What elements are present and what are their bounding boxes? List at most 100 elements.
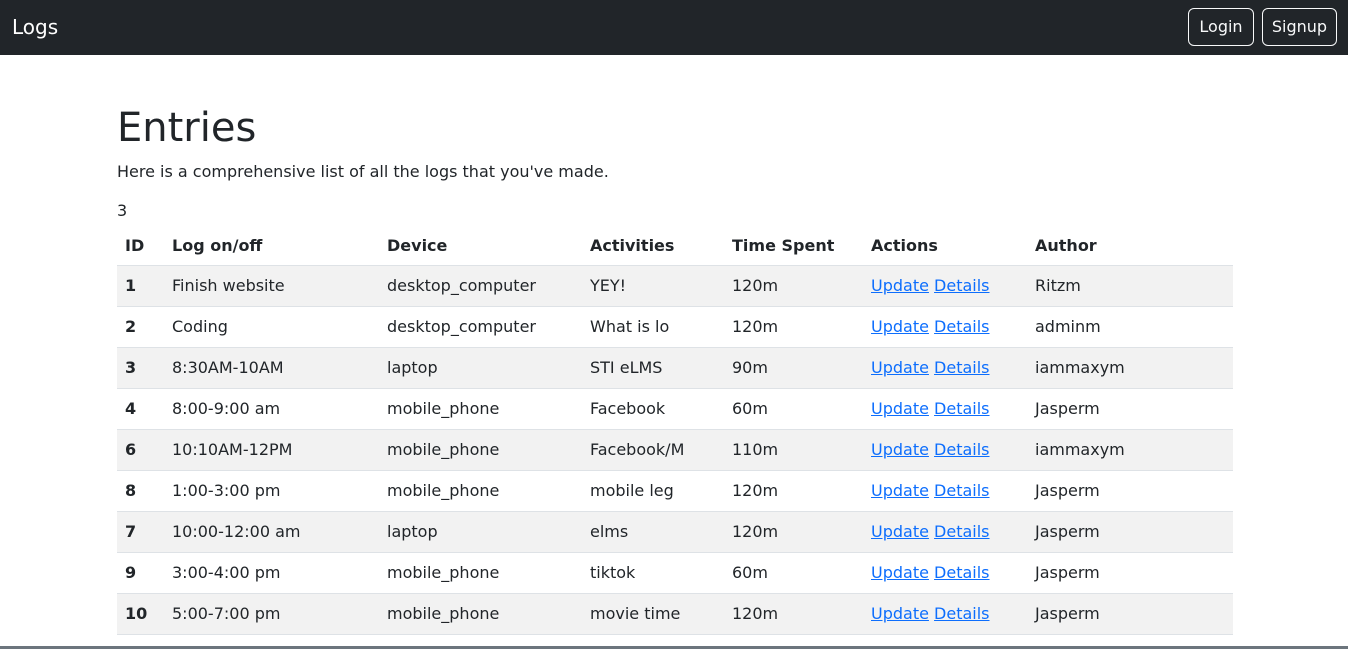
details-link[interactable]: Details	[934, 358, 989, 377]
cell-author: iammaxym	[1027, 429, 1233, 471]
cell-actions: Update Details	[863, 552, 1027, 594]
details-link[interactable]: Details	[934, 399, 989, 418]
cell-log: 5:00-7:00 pm	[164, 593, 379, 635]
cell-log: 3:00-4:00 pm	[164, 552, 379, 594]
cell-author: Jasperm	[1027, 552, 1233, 594]
update-link[interactable]: Update	[871, 604, 929, 623]
cell-device: mobile_phone	[379, 593, 582, 635]
cell-activities: movie time	[582, 593, 724, 635]
cell-id: 10	[117, 593, 164, 635]
table-header-row: ID Log on/off Device Activities Time Spe…	[117, 226, 1233, 266]
cell-activities: Facebook	[582, 388, 724, 430]
details-link[interactable]: Details	[934, 522, 989, 541]
details-link[interactable]: Details	[934, 440, 989, 459]
signup-button[interactable]: Signup	[1262, 8, 1337, 46]
cell-author: adminm	[1027, 306, 1233, 348]
update-link[interactable]: Update	[871, 358, 929, 377]
navbar: Logs Login Signup	[0, 0, 1348, 55]
column-header-author: Author	[1027, 226, 1233, 266]
cell-device: laptop	[379, 347, 582, 389]
cell-activities: STI eLMS	[582, 347, 724, 389]
cell-activities: What is lo	[582, 306, 724, 348]
cell-device: mobile_phone	[379, 388, 582, 430]
update-link[interactable]: Update	[871, 276, 929, 295]
update-link[interactable]: Update	[871, 481, 929, 500]
cell-actions: Update Details	[863, 593, 1027, 635]
details-link[interactable]: Details	[934, 563, 989, 582]
table-header: ID Log on/off Device Activities Time Spe…	[117, 226, 1233, 266]
column-header-log: Log on/off	[164, 226, 379, 266]
cell-id: 7	[117, 511, 164, 553]
column-header-actions: Actions	[863, 226, 1027, 266]
cell-author: Jasperm	[1027, 388, 1233, 430]
details-link[interactable]: Details	[934, 317, 989, 336]
cell-time-spent: 60m	[724, 552, 863, 594]
table-row: 9 3:00-4:00 pm mobile_phone tiktok 60m Update…	[117, 552, 1233, 594]
cell-id: 1	[117, 265, 164, 307]
column-header-time-spent: Time Spent	[724, 226, 863, 266]
update-link[interactable]: Update	[871, 317, 929, 336]
column-header-activities: Activities	[582, 226, 724, 266]
cell-activities: tiktok	[582, 552, 724, 594]
cell-actions: Update Details	[863, 511, 1027, 553]
cell-log: 10:00-12:00 am	[164, 511, 379, 553]
table-row: 6 10:10AM-12PM mobile_phone Facebook/M 110m U…	[117, 429, 1233, 471]
table-row: 7 10:00-12:00 am laptop elms 120m Update Deta…	[117, 511, 1233, 553]
cell-log: 10:10AM-12PM	[164, 429, 379, 471]
table-row: 1 Finish website desktop_computer YEY! 120m U…	[117, 265, 1233, 307]
page-subtitle: Here is a comprehensive list of all the …	[117, 162, 609, 181]
entries-table: ID Log on/off Device Activities Time Spe…	[117, 226, 1233, 635]
cell-author: Jasperm	[1027, 593, 1233, 635]
cell-device: mobile_phone	[379, 552, 582, 594]
cell-device: mobile_phone	[379, 470, 582, 512]
update-link[interactable]: Update	[871, 440, 929, 459]
cell-device: laptop	[379, 511, 582, 553]
cell-actions: Update Details	[863, 388, 1027, 430]
table-row: 10 5:00-7:00 pm mobile_phone movie time 120m…	[117, 593, 1233, 635]
details-link[interactable]: Details	[934, 276, 989, 295]
cell-actions: Update Details	[863, 429, 1027, 471]
cell-time-spent: 120m	[724, 511, 863, 553]
entries-count: 3	[117, 201, 128, 220]
cell-device: desktop_computer	[379, 306, 582, 348]
cell-author: iammaxym	[1027, 347, 1233, 389]
cell-time-spent: 120m	[724, 265, 863, 307]
main-container: Entries Here is a comprehensive list of …	[117, 104, 1233, 635]
details-link[interactable]: Details	[934, 604, 989, 623]
cell-activities: elms	[582, 511, 724, 553]
cell-actions: Update Details	[863, 470, 1027, 512]
navbar-brand[interactable]: Logs	[12, 14, 58, 41]
cell-time-spent: 110m	[724, 429, 863, 471]
table-row: 3 8:30AM-10AM laptop STI eLMS 90m Update Deta…	[117, 347, 1233, 389]
cell-log: 8:00-9:00 am	[164, 388, 379, 430]
table-body: 1 Finish website desktop_computer YEY! 120m U…	[117, 265, 1233, 635]
column-header-device: Device	[379, 226, 582, 266]
table-row: 2 Coding desktop_computer What is lo 120m Upd…	[117, 306, 1233, 348]
cell-activities: mobile leg	[582, 470, 724, 512]
update-link[interactable]: Update	[871, 522, 929, 541]
cell-time-spent: 120m	[724, 470, 863, 512]
cell-id: 8	[117, 470, 164, 512]
cell-id: 9	[117, 552, 164, 594]
cell-author: Jasperm	[1027, 511, 1233, 553]
cell-log: 1:00-3:00 pm	[164, 470, 379, 512]
update-link[interactable]: Update	[871, 563, 929, 582]
cell-device: mobile_phone	[379, 429, 582, 471]
login-button[interactable]: Login	[1188, 8, 1254, 46]
cell-actions: Update Details	[863, 265, 1027, 307]
details-link[interactable]: Details	[934, 481, 989, 500]
cell-log: Coding	[164, 306, 379, 348]
table-row: 4 8:00-9:00 am mobile_phone Facebook 60m Upda…	[117, 388, 1233, 430]
cell-id: 2	[117, 306, 164, 348]
cell-id: 3	[117, 347, 164, 389]
cell-id: 6	[117, 429, 164, 471]
cell-time-spent: 120m	[724, 306, 863, 348]
cell-activities: YEY!	[582, 265, 724, 307]
cell-time-spent: 60m	[724, 388, 863, 430]
cell-author: Jasperm	[1027, 470, 1233, 512]
cell-log: 8:30AM-10AM	[164, 347, 379, 389]
cell-log: Finish website	[164, 265, 379, 307]
update-link[interactable]: Update	[871, 399, 929, 418]
cell-actions: Update Details	[863, 306, 1027, 348]
column-header-id: ID	[117, 226, 164, 266]
